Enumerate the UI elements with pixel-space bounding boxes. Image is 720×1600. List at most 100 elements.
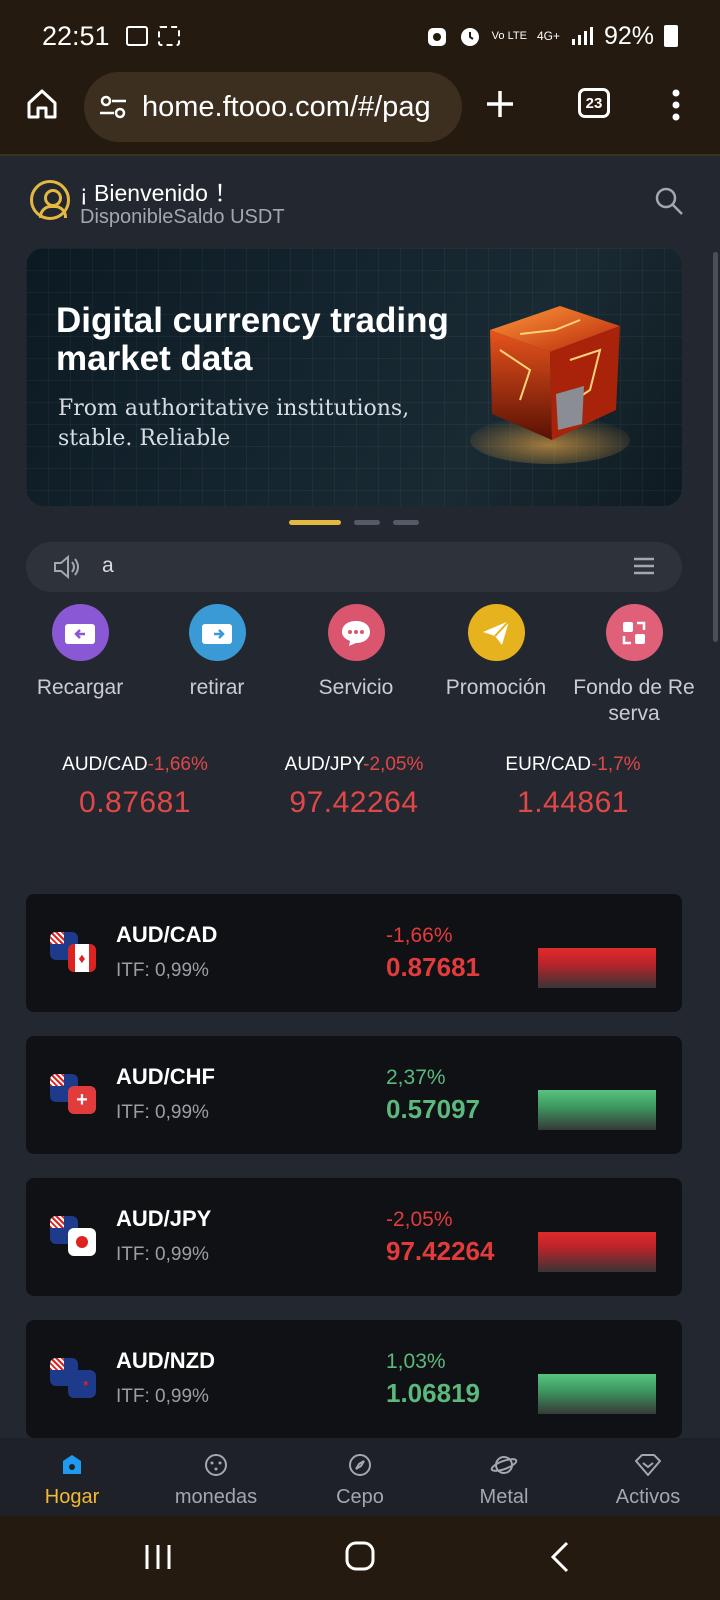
send-icon[interactable] (467, 604, 525, 661)
pair-name: AUD/CHF (116, 1064, 215, 1089)
action-label: retirar (189, 676, 245, 699)
cube-illustration (470, 306, 630, 464)
ticker-item[interactable]: AUD/CAD-1,66% 0.87681 (15, 754, 255, 820)
notice-text: a (102, 554, 114, 577)
pagination-dot-active[interactable] (289, 520, 341, 525)
switzerland-flag-icon: + (68, 1086, 96, 1114)
search-icon[interactable] (654, 186, 684, 216)
market-row[interactable]: + AUD/CHF ITF: 0,99% 2,37% 0.57097 (26, 1036, 682, 1154)
planet-icon[interactable] (489, 1450, 519, 1480)
back-icon[interactable] (548, 1540, 572, 1574)
tab-count[interactable]: 23 (578, 88, 610, 118)
chat-icon[interactable] (327, 604, 385, 661)
ticker-pair: AUD/CAD (62, 754, 148, 775)
action-fondo-reserva[interactable]: Fondo de Re serva (564, 604, 704, 727)
browser-toolbar: home.ftooo.com/#/pag 23 (0, 72, 720, 156)
pair-price: 0.87681 (386, 952, 480, 982)
pair-change: -2,05% (386, 1208, 453, 1231)
avatar[interactable] (30, 180, 70, 220)
nav-cepo[interactable]: Cepo (288, 1438, 432, 1509)
system-nav-bar (0, 1516, 720, 1600)
home-icon[interactable] (57, 1450, 87, 1480)
pair-itf: ITF: 0,99% (116, 1244, 209, 1265)
promo-banner[interactable]: Digital currency trading market data Fro… (26, 248, 682, 506)
trend-bar (538, 1374, 656, 1414)
bottom-nav: Hogar monedas Cepo Metal Activos (0, 1438, 720, 1516)
nav-label: Metal (479, 1486, 529, 1508)
address-bar[interactable]: home.ftooo.com/#/pag (84, 72, 462, 142)
action-retirar[interactable]: retirar (147, 604, 287, 701)
banner-subtitle: From authoritative institutions, stable.… (58, 396, 410, 451)
nav-monedas[interactable]: monedas (144, 1438, 288, 1509)
banner-title: Digital currency trading market data (56, 301, 449, 378)
ticker-price: 97.42264 (289, 786, 419, 819)
status-time: 22:51 (42, 20, 110, 51)
trend-bar (538, 948, 656, 988)
home-icon[interactable] (24, 86, 60, 122)
tabs-icon[interactable]: 23 (578, 88, 610, 118)
menu-icon[interactable] (634, 557, 654, 575)
gallery-icon (125, 26, 148, 46)
ticker-item[interactable]: AUD/JPY-2,05% 97.42264 (234, 754, 474, 820)
pair-price: 0.57097 (386, 1094, 480, 1124)
pair-flags (50, 1216, 100, 1260)
speaker-icon (54, 554, 79, 580)
site-settings-icon[interactable] (98, 94, 128, 120)
market-row[interactable]: AUD/JPY ITF: 0,99% -2,05% 97.42264 (26, 1178, 682, 1296)
action-promocion[interactable]: Promoción (426, 604, 566, 701)
nav-hogar[interactable]: Hogar (0, 1438, 144, 1509)
balance-label: DisponibleSaldo USDT (80, 206, 285, 228)
action-label: Recargar (36, 676, 124, 699)
ticker-pair: EUR/CAD (505, 754, 591, 775)
wallet-out-icon[interactable] (188, 604, 246, 661)
pair-name: AUD/JPY (116, 1206, 212, 1231)
market-row[interactable]: ✶ AUD/NZD ITF: 0,99% 1,03% 1.06819 (26, 1320, 682, 1438)
wallet-in-icon[interactable] (51, 604, 109, 661)
scrollbar[interactable] (713, 252, 718, 642)
compass-icon[interactable] (345, 1450, 375, 1480)
new-tab-icon[interactable] (480, 84, 520, 124)
pagination-dot[interactable] (354, 520, 380, 525)
recent-apps-icon[interactable] (143, 1542, 173, 1572)
pair-flags: ♦ (50, 932, 100, 976)
ticker-strip: AUD/CAD-1,66% 0.87681 AUD/JPY-2,05% 97.4… (0, 754, 720, 834)
pair-flags: ✶ (50, 1358, 100, 1402)
pair-change: 1,03% (386, 1350, 446, 1373)
nav-activos[interactable]: Activos (576, 1438, 720, 1509)
grid-icon (157, 26, 180, 46)
nav-label: Activos (615, 1486, 681, 1508)
nav-label: Hogar (44, 1486, 100, 1508)
diamond-icon[interactable] (633, 1450, 663, 1480)
network-label: 4G+ (536, 29, 560, 43)
action-recargar[interactable]: Recargar (10, 604, 150, 701)
more-icon[interactable] (664, 88, 688, 122)
ticker-change: -1,66% (147, 754, 208, 775)
ticker-price: 0.87681 (79, 786, 191, 819)
nav-label: monedas (174, 1486, 258, 1508)
pair-itf: ITF: 0,99% (116, 1102, 209, 1123)
welcome-text: ¡ Bienvenido ！ (80, 180, 238, 206)
market-row[interactable]: ♦ AUD/CAD ITF: 0,99% -1,66% 0.87681 (26, 894, 682, 1012)
pair-itf: ITF: 0,99% (116, 1386, 209, 1407)
notice-bar[interactable]: a (26, 542, 682, 592)
coins-icon[interactable] (201, 1450, 231, 1480)
pair-change: -1,66% (386, 924, 453, 947)
ticker-change: -1,7% (590, 754, 641, 775)
pair-name: AUD/NZD (116, 1348, 215, 1373)
nav-metal[interactable]: Metal (432, 1438, 576, 1509)
home-button-icon[interactable] (344, 1540, 376, 1572)
header: ¡ Bienvenido ！ DisponibleSaldo USDT (30, 170, 690, 234)
url-text[interactable]: home.ftooo.com/#/pag (142, 91, 431, 124)
pagination-dot[interactable] (393, 520, 419, 525)
pair-change: 2,37% (386, 1066, 446, 1089)
ticker-price: 1.44861 (517, 786, 629, 819)
signal-icon (571, 27, 593, 45)
swap-icon[interactable] (605, 604, 663, 661)
hand-icon (427, 28, 446, 46)
quick-actions: Recargar retirar Servicio Promoción Fond… (0, 604, 720, 734)
action-servicio[interactable]: Servicio (286, 604, 426, 701)
ticker-item[interactable]: EUR/CAD-1,7% 1.44861 (453, 754, 693, 820)
canada-flag-icon: ♦ (68, 944, 96, 972)
nav-label: Cepo (336, 1486, 384, 1508)
action-label: Promoción (445, 676, 547, 699)
